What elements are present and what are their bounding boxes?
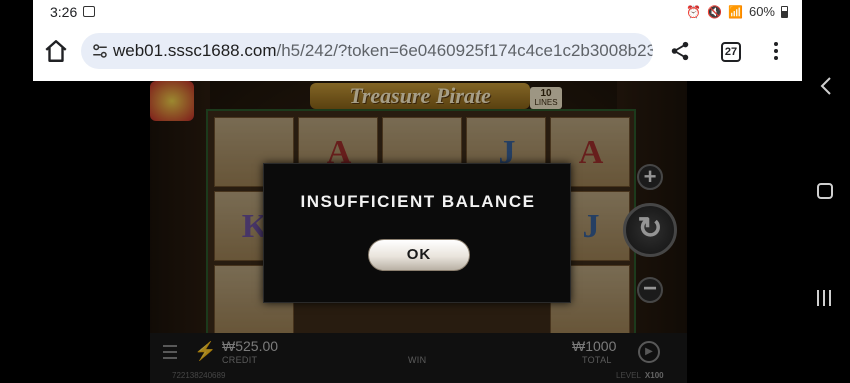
ok-button[interactable]: OK xyxy=(368,239,470,271)
battery-icon xyxy=(781,5,788,18)
status-right: ⏰ 🔇 📶 60% xyxy=(686,4,788,19)
tab-switcher-button[interactable]: 27 xyxy=(721,42,741,62)
alarm-icon: ⏰ xyxy=(686,4,702,19)
url-path: /h5/242/?token=6e0460925f174c4ce1c2b3008… xyxy=(276,41,653,60)
dialog-message: INSUFFICIENT BALANCE xyxy=(300,192,536,211)
browser-toolbar: web01.sssc1688.com/h5/242/?token=6e04609… xyxy=(33,28,802,76)
more-menu-icon[interactable] xyxy=(773,42,779,62)
site-settings-icon[interactable] xyxy=(91,42,109,60)
insufficient-balance-dialog: INSUFFICIENT BALANCE OK xyxy=(263,163,571,303)
status-time: 3:26 xyxy=(50,4,78,20)
home-nav-icon[interactable] xyxy=(817,183,833,199)
browser-chrome: 3:26 ⏰ 🔇 📶 60% web01.sssc1688.com/h5/242… xyxy=(33,0,802,81)
status-bar: 3:26 ⏰ 🔇 📶 60% xyxy=(33,0,802,24)
wifi-icon: 📶 xyxy=(728,4,743,19)
url-text[interactable]: web01.sssc1688.com/h5/242/?token=6e04609… xyxy=(113,41,653,61)
home-icon[interactable] xyxy=(43,38,69,64)
recents-nav-icon[interactable] xyxy=(817,290,835,308)
gallery-icon xyxy=(83,6,95,17)
back-nav-icon[interactable] xyxy=(818,76,834,96)
url-host: web01.sssc1688.com xyxy=(113,41,277,60)
mute-icon: 🔇 xyxy=(707,4,723,19)
share-icon[interactable] xyxy=(669,40,691,62)
address-bar[interactable]: web01.sssc1688.com/h5/242/?token=6e04609… xyxy=(81,33,653,69)
battery-percent: 60% xyxy=(748,4,775,19)
